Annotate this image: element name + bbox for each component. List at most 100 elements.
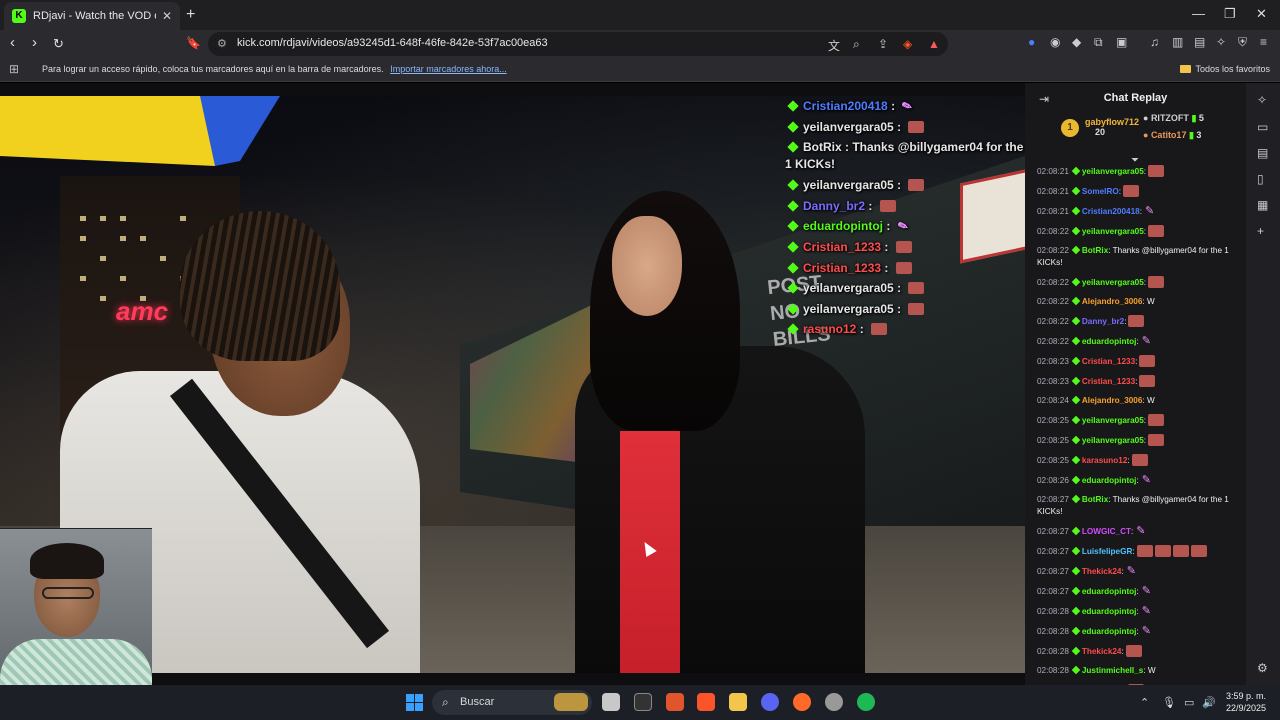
chat-username[interactable]: SomeIRO (1082, 187, 1119, 196)
media-icon[interactable]: ♫ (1150, 35, 1159, 49)
reload-icon[interactable]: ↻ (53, 36, 64, 52)
top-gifter[interactable]: ● Catito17 ▮ 3 (1143, 130, 1201, 141)
history-side-icon[interactable]: ▦ (1257, 198, 1268, 212)
share-icon[interactable]: ⇪ (878, 37, 888, 51)
gift-rank-badge-icon: 1 (1061, 119, 1079, 137)
file-explorer-icon[interactable] (729, 693, 747, 711)
extension-icon-5[interactable]: ▣ (1116, 35, 1127, 49)
discord-icon[interactable] (761, 693, 779, 711)
bookmark-icon[interactable]: 🔖 (186, 36, 201, 50)
chat-username[interactable]: yeilanvergara05 (1082, 278, 1144, 287)
microphone-icon[interactable]: 🎙 (1162, 696, 1176, 709)
chat-username[interactable]: Cristian200418 (1082, 207, 1140, 216)
address-bar[interactable]: ⚙ kick.com/rdjavi/videos/a93245d1-648f-4… (208, 32, 948, 56)
maximize-icon[interactable]: ❐ (1224, 6, 1236, 22)
app-red-icon[interactable] (793, 693, 811, 711)
chat-username[interactable]: eduardopintoj (1082, 607, 1137, 616)
chat-username[interactable]: Cristian_1233 (1082, 377, 1135, 386)
all-bookmarks-button[interactable]: Todos los favoritos (1180, 64, 1270, 74)
back-icon[interactable]: ‹ (10, 34, 15, 51)
add-side-icon[interactable]: + (1257, 224, 1264, 238)
windows-start-icon[interactable] (406, 694, 423, 711)
sidebar-toggle-icon[interactable]: ▥ (1172, 35, 1183, 49)
overlay-chat-line: yeilanvergara05 : (785, 175, 1025, 196)
app-orange-icon[interactable] (666, 693, 684, 711)
tray-chevron-icon[interactable]: ⌃ (1140, 696, 1149, 709)
chat-username[interactable]: Cristian_1233 (1082, 357, 1135, 366)
chat-separator: : (1127, 456, 1130, 465)
chat-username[interactable]: BotRix (1082, 495, 1108, 504)
brave-browser-icon[interactable] (697, 693, 715, 711)
taskbar-search[interactable]: ⌕ Buscar (432, 690, 592, 715)
chat-username[interactable]: Justinmichell_s (1082, 666, 1143, 675)
overlay-username: Danny_br2 (803, 198, 866, 213)
user-badge-icon (1071, 526, 1081, 536)
task-view-icon[interactable] (602, 693, 620, 711)
video-player[interactable]: amc POST NO BILLS Cristian200418 : ✎yeil… (0, 96, 1025, 673)
browser-tab[interactable]: K RDjavi - Watch the VOD on Kick ✕ (4, 2, 180, 30)
badge-diamond-icon (787, 282, 799, 294)
minimize-icon[interactable]: — (1192, 6, 1205, 21)
extension-icon-3[interactable]: ◆ (1072, 35, 1081, 49)
menu-icon[interactable]: ≡ (1260, 35, 1267, 49)
chat-username[interactable]: yeilanvergara05 (1082, 436, 1144, 445)
chat-username[interactable]: yeilanvergara05 (1082, 167, 1144, 176)
top-gifter[interactable]: 1 gabyflow712 20 (1061, 117, 1139, 137)
spotify-icon[interactable] (857, 693, 875, 711)
close-window-icon[interactable]: ✕ (1256, 6, 1267, 22)
highlighter-emote-icon: ✎ (1141, 605, 1151, 617)
chat-message: 02:08:23 Cristian_1233: (1037, 355, 1242, 368)
chat-separator: : (1143, 167, 1147, 176)
wallet-icon[interactable]: ▤ (1194, 35, 1205, 49)
leo-ai-icon[interactable]: ✧ (1216, 35, 1226, 49)
extension-blue-icon[interactable]: ● (1028, 35, 1035, 49)
brave-shield-icon[interactable]: ◈ (903, 37, 912, 51)
epic-games-icon[interactable] (634, 693, 652, 711)
gifter-count: 20 (1095, 127, 1106, 137)
chat-username[interactable]: BotRix (1082, 246, 1108, 255)
badge-diamond-icon (787, 261, 799, 274)
chat-username[interactable]: Danny_br2 (1082, 317, 1124, 326)
vpn-icon[interactable]: ⛨ (1238, 35, 1247, 50)
user-badge-icon (1071, 646, 1081, 656)
extensions-puzzle-icon[interactable]: ⧉ (1094, 35, 1103, 50)
settings-gear-icon[interactable]: ⚙ (1257, 661, 1268, 675)
chat-username[interactable]: LOWGIC_CT (1082, 527, 1131, 536)
apps-grid-icon[interactable]: ⊞ (9, 62, 19, 76)
zoom-icon[interactable]: ⌕ (853, 37, 860, 52)
translate-icon[interactable]: 文 (828, 37, 840, 54)
chat-username[interactable]: eduardopintoj (1082, 476, 1137, 485)
rewards-icon[interactable]: ▲ (928, 37, 940, 51)
emote-icon (1148, 434, 1165, 446)
site-info-icon[interactable]: ⚙ (217, 37, 227, 50)
top-gifter[interactable]: ● RITZOFT ▮ 5 (1143, 113, 1204, 124)
chat-username[interactable]: Thekick24 (1082, 647, 1122, 656)
chat-username[interactable]: Alejandro_3006 (1082, 396, 1143, 405)
chat-username[interactable]: yeilanvergara05 (1082, 416, 1144, 425)
network-icon[interactable]: ▭ (1184, 696, 1194, 709)
url-text[interactable]: kick.com/rdjavi/videos/a93245d1-648f-46f… (237, 37, 548, 49)
chat-username[interactable]: yeilanvergara05 (1082, 227, 1144, 236)
chat-username[interactable]: LuisfelipeGR (1082, 547, 1133, 556)
chat-username[interactable]: eduardopintoj (1082, 337, 1137, 346)
new-tab-button[interactable]: + (186, 6, 195, 24)
reading-list-icon[interactable]: ▭ (1257, 120, 1268, 134)
bookmarks-side-icon[interactable]: ▯ (1257, 172, 1264, 186)
chat-username[interactable]: Alejandro_3006 (1082, 297, 1143, 306)
chat-username[interactable]: karasuno12 (1082, 456, 1128, 465)
app-gray-icon[interactable] (825, 693, 843, 711)
forward-icon[interactable]: › (32, 34, 37, 51)
tab-title: RDjavi - Watch the VOD on Kick (33, 10, 156, 22)
wallet-icon-side[interactable]: ▤ (1257, 146, 1268, 160)
chat-separator: : (1143, 416, 1147, 425)
leo-icon[interactable]: ✧ (1257, 93, 1267, 107)
import-bookmarks-link[interactable]: Importar marcadores ahora... (390, 64, 507, 74)
chat-separator: : (1139, 207, 1142, 216)
volume-icon[interactable]: 🔊 (1202, 696, 1216, 709)
extension-icon-2[interactable]: ◉ (1050, 35, 1060, 49)
chat-username[interactable]: eduardopintoj (1082, 587, 1137, 596)
chat-username[interactable]: Thekick24 (1082, 567, 1122, 576)
tab-close-icon[interactable]: ✕ (162, 9, 172, 23)
chat-username[interactable]: eduardopintoj (1082, 627, 1137, 636)
system-clock[interactable]: 3:59 p. m. 22/9/2025 (1226, 690, 1266, 714)
